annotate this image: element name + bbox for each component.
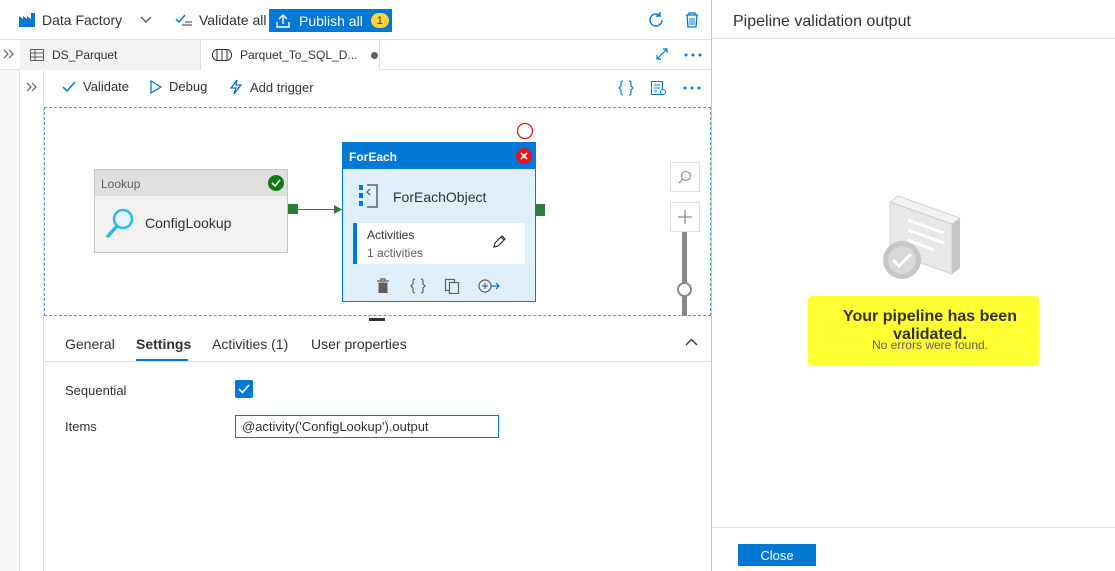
- comment-circle-icon[interactable]: [516, 122, 534, 140]
- validate-all-button[interactable]: Validate all: [175, 10, 266, 30]
- add-trigger-label: Add trigger: [250, 79, 314, 95]
- validate-all-icon: [175, 13, 193, 27]
- connector-arrow-icon: [334, 205, 342, 214]
- add-output-icon[interactable]: [478, 279, 500, 293]
- delete-icon[interactable]: [376, 278, 390, 294]
- error-x-icon: [516, 148, 532, 164]
- refresh-icon[interactable]: [647, 11, 665, 29]
- data-factory-icon: [18, 12, 36, 28]
- foreach-output-port[interactable]: [536, 204, 545, 216]
- inner-activities-count: 1 activities: [367, 246, 424, 260]
- dependency-connector: [298, 209, 336, 210]
- table-icon: [30, 49, 44, 61]
- left-rail: [0, 70, 20, 571]
- discard-icon[interactable]: [683, 11, 701, 29]
- code-icon[interactable]: [410, 278, 426, 294]
- unsaved-dot-icon: [371, 51, 379, 59]
- checkmark-icon: [62, 81, 76, 93]
- lookup-magnifier-icon: [106, 207, 136, 239]
- clone-icon[interactable]: [444, 278, 460, 294]
- publish-all-button[interactable]: Publish all 1: [269, 9, 392, 32]
- zoom-search-button[interactable]: [670, 162, 700, 192]
- activity-name: ForEachObject: [393, 189, 487, 205]
- validation-output-panel: Pipeline validation output Your pipeline…: [711, 0, 1115, 571]
- tab-settings[interactable]: Settings: [136, 336, 191, 352]
- factory-label: Data Factory: [42, 12, 123, 28]
- maximize-icon[interactable]: [656, 48, 668, 60]
- code-braces-icon[interactable]: [618, 80, 634, 96]
- tab-pipeline[interactable]: Parquet_To_SQL_D...: [200, 40, 380, 70]
- checkmark-icon: [238, 384, 250, 394]
- foreach-activity[interactable]: ForEach ForEachObject Activities 1 activ…: [342, 142, 536, 302]
- tab-activities[interactable]: Activities (1): [212, 336, 288, 352]
- tab-label: DS_Parquet: [52, 48, 118, 62]
- validate-label: Validate: [83, 79, 130, 94]
- zoom-in-button[interactable]: [670, 202, 700, 232]
- validate-button[interactable]: Validate: [62, 79, 129, 94]
- magnifier-icon: [678, 170, 692, 184]
- activity-type-label: ForEach: [343, 143, 535, 169]
- success-check-icon: [268, 175, 284, 191]
- top-bar: Data Factory Validate all Publish all 1: [0, 0, 711, 40]
- tab-ds-parquet[interactable]: DS_Parquet: [20, 40, 200, 70]
- debug-label: Debug: [169, 79, 208, 94]
- panel-title: Pipeline validation output: [733, 13, 911, 30]
- inner-activities-label: Activities: [367, 228, 415, 242]
- inner-activities-box[interactable]: Activities 1 activities: [353, 223, 525, 264]
- add-trigger-button[interactable]: Add trigger: [229, 79, 314, 95]
- close-button[interactable]: Close: [738, 544, 816, 566]
- sequential-checkbox[interactable]: [235, 380, 253, 398]
- activity-name: ConfigLookup: [145, 215, 232, 231]
- tab-general[interactable]: General: [65, 336, 115, 352]
- tab-strip: DS_Parquet Parquet_To_SQL_D...: [0, 40, 711, 70]
- pencil-icon[interactable]: [492, 235, 506, 249]
- validated-illustration-icon: [880, 190, 980, 290]
- activity-type-label: Lookup: [95, 170, 287, 196]
- publish-icon: [275, 13, 291, 29]
- publish-count-badge: 1: [370, 13, 389, 28]
- properties-icon[interactable]: [650, 80, 666, 96]
- play-icon: [150, 79, 162, 94]
- tab-user-properties[interactable]: User properties: [311, 336, 407, 352]
- properties-panel: General Settings Activities (1) User pro…: [44, 321, 711, 571]
- pipeline-toolbar: Validate Debug Add trigger: [44, 70, 711, 106]
- activities-rail: [20, 70, 44, 571]
- zoom-slider-track[interactable]: [682, 232, 687, 316]
- pipeline-icon: [212, 49, 232, 61]
- no-errors-message: No errors were found.: [871, 338, 989, 352]
- properties-tabs: General Settings Activities (1) User pro…: [44, 321, 711, 362]
- toolbar-more-icon[interactable]: [683, 86, 701, 90]
- collapse-chevron-icon[interactable]: [685, 338, 698, 346]
- footer-divider: [712, 527, 1115, 528]
- lightning-icon: [229, 79, 243, 95]
- foreach-loop-icon: [358, 183, 380, 209]
- zoom-slider-thumb[interactable]: [677, 282, 692, 297]
- chevron-down-icon: [140, 16, 152, 24]
- items-label: Items: [65, 419, 97, 434]
- active-tab-indicator: [136, 359, 188, 361]
- expand-activities-icon[interactable]: [26, 81, 38, 93]
- output-port[interactable]: [288, 204, 298, 214]
- debug-button[interactable]: Debug: [150, 79, 207, 94]
- validate-all-label: Validate all: [199, 12, 267, 28]
- tab-label: Parquet_To_SQL_D...: [240, 48, 358, 62]
- plus-icon: [678, 210, 692, 224]
- factory-menu[interactable]: Data Factory: [18, 10, 152, 30]
- expand-chevron-icon[interactable]: [3, 48, 15, 60]
- more-icon[interactable]: [684, 53, 702, 57]
- panel-divider: [712, 38, 1115, 39]
- sequential-label: Sequential: [65, 383, 127, 398]
- publish-all-label: Publish all: [299, 12, 363, 29]
- lookup-activity[interactable]: Lookup ConfigLookup: [94, 169, 288, 253]
- items-input[interactable]: [235, 415, 499, 438]
